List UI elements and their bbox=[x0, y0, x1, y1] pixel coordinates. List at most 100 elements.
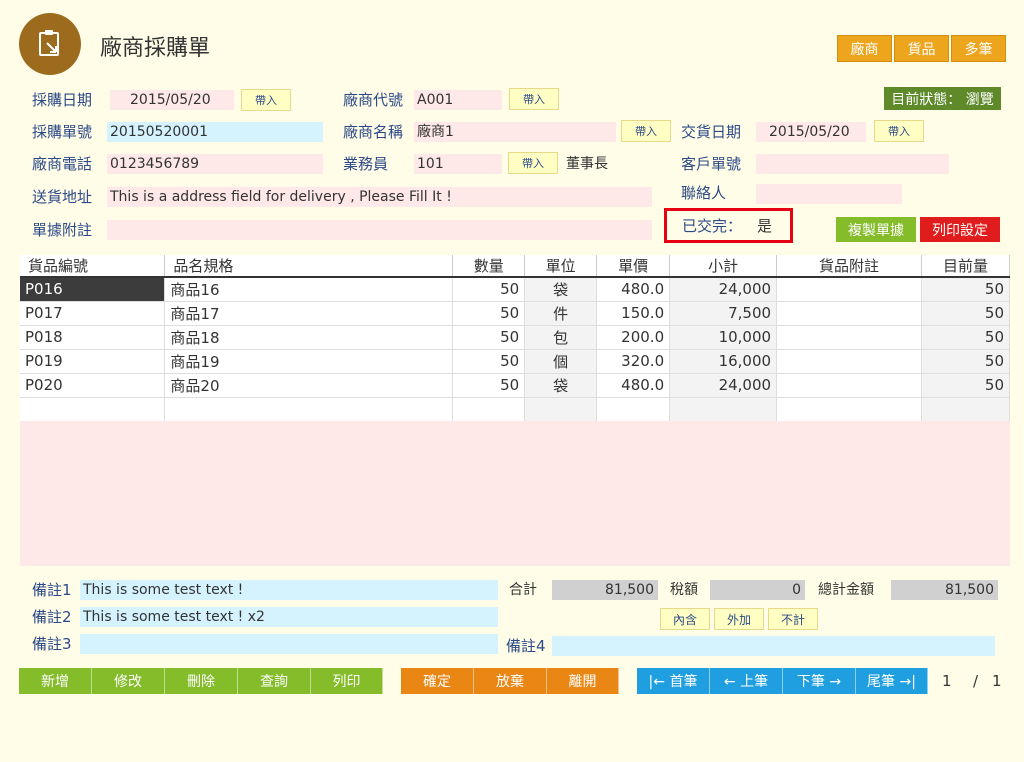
tax-inclusive-button[interactable]: 內含 bbox=[660, 608, 710, 630]
customer-no-field[interactable] bbox=[756, 154, 949, 174]
cell-unit: 袋 bbox=[524, 373, 598, 398]
cell-qty[interactable]: 50 bbox=[452, 349, 526, 374]
cell-price[interactable]: 200.0 bbox=[596, 325, 671, 350]
remark-field[interactable] bbox=[107, 220, 652, 240]
cell-qty[interactable]: 50 bbox=[452, 373, 526, 398]
cell-qty[interactable] bbox=[452, 397, 526, 422]
cell-code[interactable]: P019 bbox=[20, 349, 166, 374]
cell-price[interactable] bbox=[596, 397, 671, 422]
add-button[interactable]: 新增 bbox=[19, 668, 92, 694]
first-record-button[interactable]: |← 首筆 bbox=[637, 668, 710, 694]
cell-note[interactable] bbox=[776, 325, 922, 350]
customer-no-label: 客戶單號 bbox=[681, 155, 742, 173]
tax-label: 稅額 bbox=[670, 582, 698, 598]
cell-name[interactable] bbox=[164, 397, 454, 422]
cell-code[interactable]: P016 bbox=[20, 277, 166, 302]
cell-price[interactable]: 320.0 bbox=[596, 349, 671, 374]
salesman-import-button[interactable]: 帶入 bbox=[508, 152, 558, 174]
cell-name[interactable]: 商品18 bbox=[164, 325, 454, 350]
vendor-code-import-button[interactable]: 帶入 bbox=[509, 88, 559, 110]
prev-record-button[interactable]: ← 上筆 bbox=[710, 668, 783, 694]
tax-field: 0 bbox=[710, 580, 805, 600]
status-badge: 目前狀態： 瀏覽 bbox=[884, 87, 1001, 110]
vendor-name-import-button[interactable]: 帶入 bbox=[621, 120, 671, 142]
delivery-date-import-button[interactable]: 帶入 bbox=[874, 120, 924, 142]
vendor-name-field[interactable]: 廠商1 bbox=[414, 122, 616, 142]
cell-name[interactable]: 商品19 bbox=[164, 349, 454, 374]
cell-code[interactable]: P018 bbox=[20, 325, 166, 350]
col-header-price: 單價 bbox=[596, 255, 671, 278]
table-row[interactable]: P017 商品17 50 件 150.0 7,500 50 bbox=[20, 301, 1011, 326]
print-button[interactable]: 列印 bbox=[311, 668, 383, 694]
items-table: 貨品編號 品名規格 數量 單位 單價 小計 貨品附註 目前量 P016 商品16… bbox=[20, 255, 1011, 422]
next-record-button[interactable]: 下筆 → bbox=[783, 668, 856, 694]
cell-price[interactable]: 480.0 bbox=[596, 373, 671, 398]
note4-field[interactable] bbox=[552, 636, 995, 656]
note3-label: 備註3 bbox=[32, 635, 72, 653]
vendor-button[interactable]: 廠商 bbox=[837, 35, 892, 62]
goods-button[interactable]: 貨品 bbox=[894, 35, 949, 62]
cell-code[interactable] bbox=[20, 397, 166, 422]
cell-stock: 50 bbox=[921, 277, 1011, 302]
edit-button[interactable]: 修改 bbox=[92, 668, 165, 694]
cell-subtotal: 24,000 bbox=[669, 277, 778, 302]
page-current: 1 bbox=[942, 672, 952, 690]
delete-button[interactable]: 刪除 bbox=[165, 668, 238, 694]
multi-button[interactable]: 多筆 bbox=[951, 35, 1006, 62]
copy-document-button[interactable]: 複製單據 bbox=[836, 217, 916, 242]
contact-label: 聯絡人 bbox=[681, 184, 727, 202]
tax-exclusive-button[interactable]: 外加 bbox=[714, 608, 764, 630]
cell-qty[interactable]: 50 bbox=[452, 301, 526, 326]
app-logo bbox=[19, 13, 81, 75]
cell-note[interactable] bbox=[776, 301, 922, 326]
table-row[interactable]: P020 商品20 50 袋 480.0 24,000 50 bbox=[20, 373, 1011, 398]
clipboard-icon bbox=[39, 30, 59, 56]
print-settings-button[interactable]: 列印設定 bbox=[920, 217, 1000, 242]
note1-field[interactable]: This is some test text ! bbox=[80, 580, 498, 600]
table-row[interactable]: P019 商品19 50 個 320.0 16,000 50 bbox=[20, 349, 1011, 374]
col-header-name: 品名規格 bbox=[164, 255, 454, 278]
cell-name[interactable]: 商品20 bbox=[164, 373, 454, 398]
cell-qty[interactable]: 50 bbox=[452, 277, 526, 302]
address-field[interactable]: This is a address field for delivery , P… bbox=[107, 187, 652, 207]
query-button[interactable]: 查詢 bbox=[238, 668, 311, 694]
note2-field[interactable]: This is some test text ! x2 bbox=[80, 607, 498, 627]
purchase-no-field[interactable]: 20150520001 bbox=[107, 122, 323, 142]
discard-button[interactable]: 放棄 bbox=[474, 668, 547, 694]
cell-name[interactable]: 商品16 bbox=[164, 277, 454, 302]
cell-qty[interactable]: 50 bbox=[452, 325, 526, 350]
delivery-date-field[interactable]: 2015/05/20 bbox=[756, 122, 866, 142]
cell-note[interactable] bbox=[776, 277, 922, 302]
table-row-empty[interactable] bbox=[20, 397, 1011, 422]
vendor-code-field[interactable]: A001 bbox=[414, 90, 502, 110]
table-row[interactable]: P018 商品18 50 包 200.0 10,000 50 bbox=[20, 325, 1011, 350]
tax-none-button[interactable]: 不計 bbox=[768, 608, 818, 630]
cell-name[interactable]: 商品17 bbox=[164, 301, 454, 326]
page-total: 1 bbox=[992, 672, 1002, 690]
purchase-date-label: 採購日期 bbox=[32, 91, 93, 109]
address-label: 送貨地址 bbox=[32, 188, 93, 206]
cell-price[interactable]: 480.0 bbox=[596, 277, 671, 302]
subtotal-label: 合計 bbox=[509, 582, 537, 598]
cell-unit: 個 bbox=[524, 349, 598, 374]
exit-button[interactable]: 離開 bbox=[547, 668, 619, 694]
cell-code[interactable]: P020 bbox=[20, 373, 166, 398]
phone-field[interactable]: 0123456789 bbox=[107, 154, 323, 174]
purchase-date-import-button[interactable]: 帶入 bbox=[241, 89, 291, 111]
salesman-field[interactable]: 101 bbox=[414, 154, 502, 174]
last-record-button[interactable]: 尾筆 →| bbox=[856, 668, 928, 694]
col-header-code: 貨品編號 bbox=[20, 255, 166, 278]
cell-code[interactable]: P017 bbox=[20, 301, 166, 326]
col-header-stock: 目前量 bbox=[921, 255, 1011, 278]
total-field: 81,500 bbox=[891, 580, 998, 600]
cell-price[interactable]: 150.0 bbox=[596, 301, 671, 326]
cell-note[interactable] bbox=[776, 349, 922, 374]
note3-field[interactable] bbox=[80, 634, 498, 654]
confirm-button[interactable]: 確定 bbox=[401, 668, 474, 694]
table-row[interactable]: P016 商品16 50 袋 480.0 24,000 50 bbox=[20, 277, 1011, 302]
purchase-date-field[interactable]: 2015/05/20 bbox=[110, 90, 234, 110]
cell-subtotal: 16,000 bbox=[669, 349, 778, 374]
cell-note[interactable] bbox=[776, 373, 922, 398]
contact-field[interactable] bbox=[756, 184, 902, 204]
cell-note[interactable] bbox=[776, 397, 922, 422]
